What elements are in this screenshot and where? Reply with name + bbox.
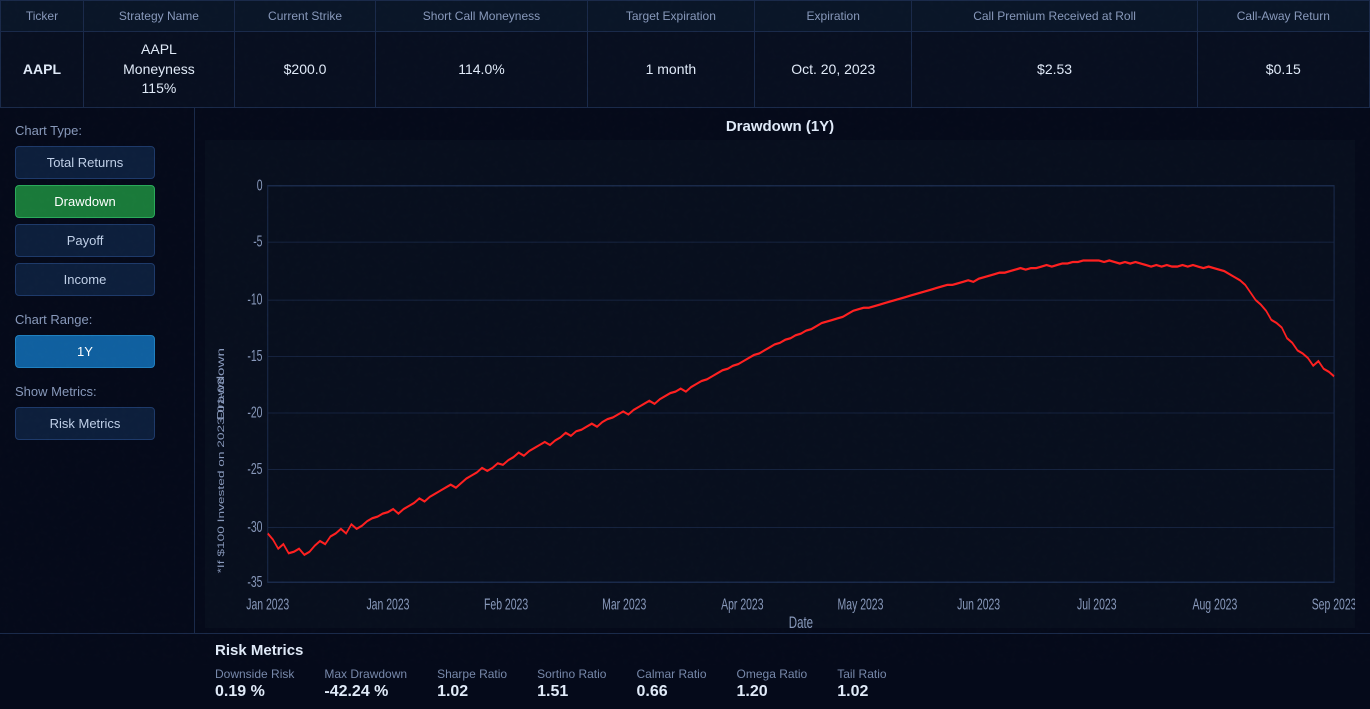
metric-label: Calmar Ratio — [636, 667, 706, 681]
drawdown-chart: Drawdown *If $100 Invested on 2023-01-03… — [205, 140, 1355, 628]
col-strike: Current Strike — [234, 1, 375, 32]
expiration-value: Oct. 20, 2023 — [754, 32, 912, 108]
metric-value: 0.19 % — [215, 683, 294, 701]
risk-metrics-title: Risk Metrics — [215, 642, 1355, 659]
call-premium-value: $2.53 — [912, 32, 1197, 108]
metric-label: Tail Ratio — [837, 667, 886, 681]
svg-text:Jul 2023: Jul 2023 — [1077, 595, 1116, 612]
svg-text:Jan 2023: Jan 2023 — [246, 595, 289, 612]
svg-text:-15: -15 — [247, 347, 262, 364]
metric-value: 1.51 — [537, 683, 606, 701]
col-call-premium: Call Premium Received at Roll — [912, 1, 1197, 32]
metric-value: 1.02 — [837, 683, 886, 701]
metric-item: Tail Ratio 1.02 — [837, 667, 886, 701]
metrics-row: Downside Risk 0.19 % Max Drawdown -42.24… — [215, 667, 1355, 701]
payoff-button[interactable]: Payoff — [15, 224, 155, 257]
strategy-value: AAPL Moneyness 115% — [83, 32, 234, 108]
col-strategy: Strategy Name — [83, 1, 234, 32]
metric-label: Sortino Ratio — [537, 667, 606, 681]
show-metrics-label: Show Metrics: — [15, 384, 179, 399]
svg-text:0: 0 — [257, 176, 263, 193]
svg-text:-35: -35 — [247, 573, 262, 590]
metric-label: Downside Risk — [215, 667, 294, 681]
col-target-exp: Target Expiration — [587, 1, 754, 32]
col-call-away: Call-Away Return — [1197, 1, 1369, 32]
risk-metrics-button[interactable]: Risk Metrics — [15, 407, 155, 440]
metric-item: Downside Risk 0.19 % — [215, 667, 294, 701]
ticker-value: AAPL — [1, 32, 84, 108]
metric-value: 1.02 — [437, 683, 507, 701]
chart-range-label: Chart Range: — [15, 312, 179, 327]
chart-title: Drawdown (1Y) — [205, 118, 1355, 135]
metric-item: Omega Ratio 1.20 — [737, 667, 808, 701]
total-returns-button[interactable]: Total Returns — [15, 146, 155, 179]
metric-label: Omega Ratio — [737, 667, 808, 681]
metric-value: 0.66 — [636, 683, 706, 701]
svg-text:Aug 2023: Aug 2023 — [1193, 595, 1238, 612]
svg-text:-10: -10 — [247, 290, 262, 307]
svg-text:-5: -5 — [253, 233, 262, 250]
call-away-value: $0.15 — [1197, 32, 1369, 108]
svg-text:Date: Date — [789, 614, 813, 628]
svg-text:-20: -20 — [247, 403, 262, 420]
strike-value: $200.0 — [234, 32, 375, 108]
chart-container: Drawdown *If $100 Invested on 2023-01-03… — [205, 140, 1355, 628]
svg-text:Mar 2023: Mar 2023 — [602, 595, 646, 612]
metric-value: -42.24 % — [324, 683, 407, 701]
metric-item: Sortino Ratio 1.51 — [537, 667, 606, 701]
moneyness-value: 114.0% — [376, 32, 588, 108]
svg-text:May 2023: May 2023 — [838, 595, 884, 612]
header-table: Ticker Strategy Name Current Strike Shor… — [0, 0, 1370, 108]
col-ticker: Ticker — [1, 1, 84, 32]
svg-text:Jun 2023: Jun 2023 — [957, 595, 1000, 612]
svg-text:Feb 2023: Feb 2023 — [484, 595, 528, 612]
chart-type-label: Chart Type: — [15, 123, 179, 138]
svg-text:Jan 2023: Jan 2023 — [366, 595, 409, 612]
metric-label: Max Drawdown — [324, 667, 407, 681]
sidebar: Chart Type: Total Returns Drawdown Payof… — [0, 108, 195, 633]
range-1y-button[interactable]: 1Y — [15, 335, 155, 368]
svg-text:-30: -30 — [247, 518, 262, 535]
main-content: Chart Type: Total Returns Drawdown Payof… — [0, 108, 1370, 633]
svg-text:-25: -25 — [247, 460, 262, 477]
target-exp-value: 1 month — [587, 32, 754, 108]
risk-metrics-section: Risk Metrics Downside Risk 0.19 % Max Dr… — [0, 633, 1370, 709]
col-expiration: Expiration — [754, 1, 912, 32]
svg-text:Apr 2023: Apr 2023 — [721, 595, 763, 612]
metric-item: Calmar Ratio 0.66 — [636, 667, 706, 701]
svg-text:Sep 2023: Sep 2023 — [1312, 595, 1355, 612]
chart-area: Drawdown (1Y) Drawdown *If $100 Invested… — [195, 108, 1370, 633]
drawdown-button[interactable]: Drawdown — [15, 185, 155, 218]
metric-label: Sharpe Ratio — [437, 667, 507, 681]
col-moneyness: Short Call Moneyness — [376, 1, 588, 32]
income-button[interactable]: Income — [15, 263, 155, 296]
metric-value: 1.20 — [737, 683, 808, 701]
metric-item: Sharpe Ratio 1.02 — [437, 667, 507, 701]
metric-item: Max Drawdown -42.24 % — [324, 667, 407, 701]
svg-text:*If $100 Invested on 2023-01-0: *If $100 Invested on 2023-01-03 — [216, 377, 226, 573]
